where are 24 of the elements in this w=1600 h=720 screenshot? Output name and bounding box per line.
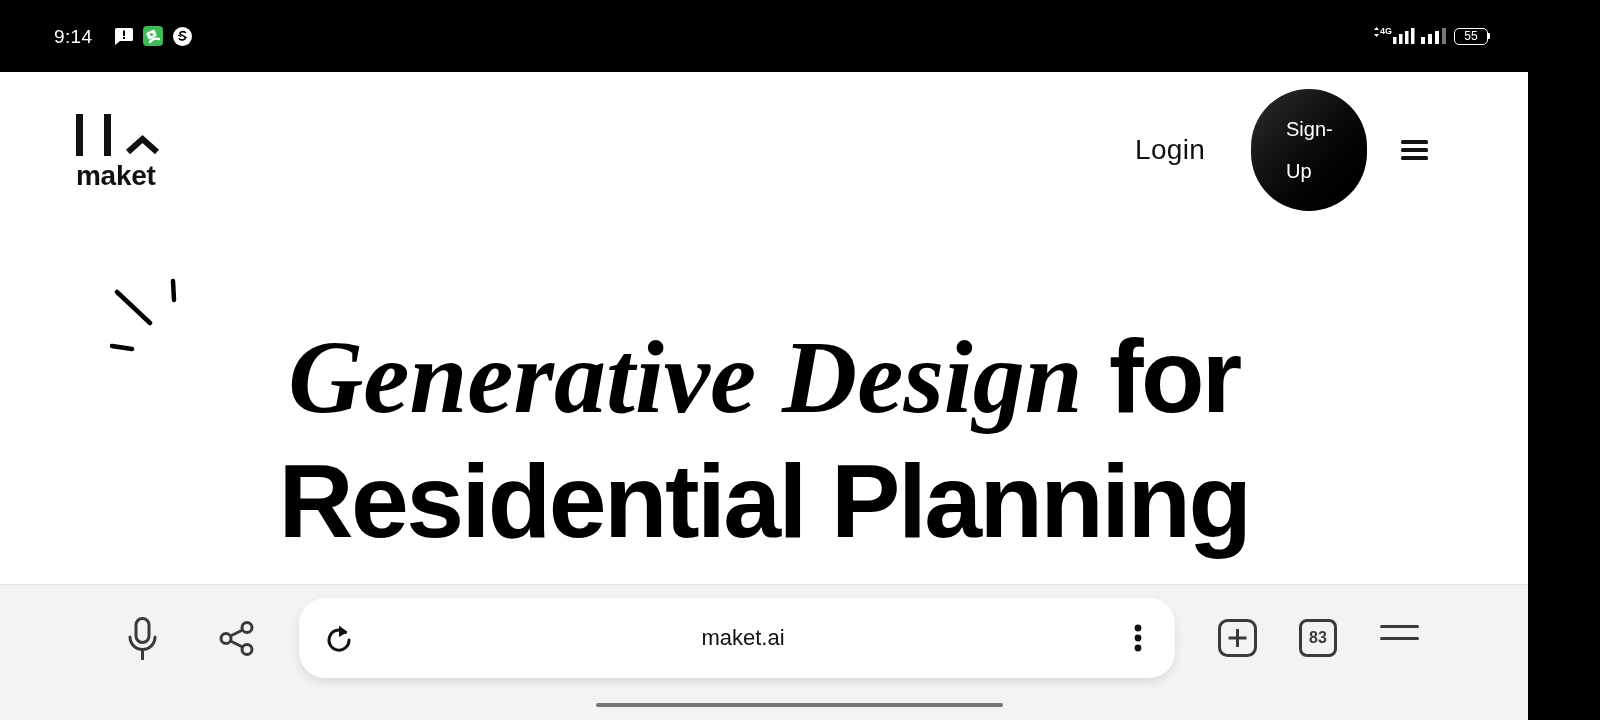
data-arrows-icon: [1374, 27, 1379, 37]
network-type-label: 4G: [1380, 27, 1392, 36]
logo-icon[interactable]: [76, 113, 159, 156]
menu-icon[interactable]: [1380, 624, 1419, 640]
plus-box-icon[interactable]: [1218, 619, 1257, 657]
swirl-circle-icon: [172, 26, 192, 46]
reload-icon[interactable]: [326, 623, 352, 653]
url-text[interactable]: maket.ai: [352, 627, 1134, 649]
login-link[interactable]: Login: [1135, 136, 1205, 164]
clock-time: 9:14: [54, 26, 93, 46]
share-icon[interactable]: [219, 620, 254, 656]
signal-icon: [1393, 28, 1415, 44]
more-options-icon[interactable]: [1134, 624, 1142, 652]
hero-heading: Generative Design for Residential Planning: [277, 317, 1251, 561]
microphone-icon[interactable]: [127, 616, 158, 660]
signal-icon: [1421, 28, 1447, 44]
logo-wordmark[interactable]: maket: [76, 164, 156, 187]
cash-icon: [142, 26, 163, 46]
tab-count-button[interactable]: 83: [1299, 619, 1337, 657]
message-alert-icon: [114, 27, 133, 45]
address-bar[interactable]: maket.ai: [299, 598, 1175, 678]
menu-icon[interactable]: [1401, 140, 1428, 160]
battery-indicator: 55: [1454, 27, 1490, 45]
sign-up-button[interactable]: Sign-Up: [1251, 89, 1367, 211]
